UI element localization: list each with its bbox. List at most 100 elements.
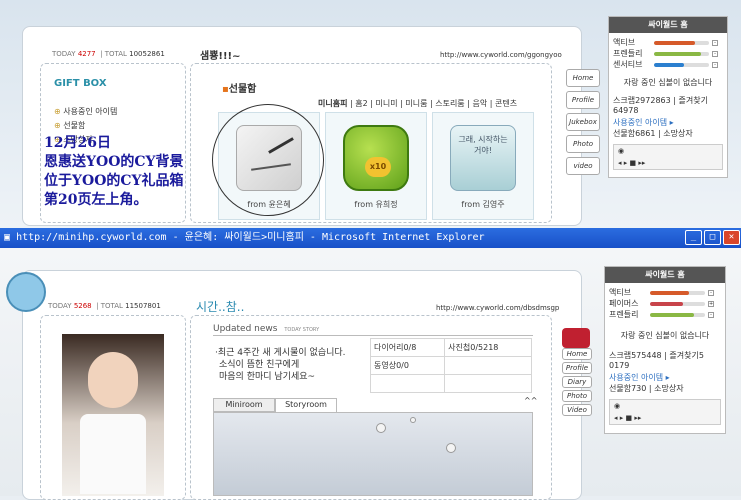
top-page-title: 샘뿅!!!~ (200, 51, 241, 62)
stat-label: 액티브 (613, 38, 636, 47)
no-symbol-text: 자랑 중인 심볼이 없습니다 (623, 78, 713, 87)
news-line: ·최근 4주간 새 게시물이 없습니다. (215, 348, 346, 358)
scrap-row: 스크랩575448 | 즐겨찾기5 (609, 351, 704, 360)
widget-stat-row: 센서티브 - (613, 59, 723, 70)
stat-label: 프렌들리 (609, 310, 639, 319)
gift-menu-using[interactable]: ⊕ 사용중인 아이템 (54, 106, 117, 120)
using-item-link[interactable]: 사용중인 아이템 ▸ (609, 372, 721, 383)
gift-item[interactable]: x10 from 유희정 (325, 112, 427, 220)
photo-count-cell[interactable]: 사진첩0/5218 (444, 338, 532, 357)
tab-storyroom[interactable]: Storyroom (275, 398, 337, 412)
nav-storyroom[interactable]: 스토리룸 (435, 99, 464, 108)
gift-from-label: from 유희정 (354, 200, 398, 209)
updated-news-title: Updated news (213, 324, 278, 334)
nav-minihompy[interactable]: 미니홈피 (318, 99, 347, 108)
table-cell (444, 374, 532, 393)
scrap-count[interactable]: 스크랩575448 (609, 351, 662, 360)
top-url[interactable]: http://www.cyworld.com/ggongyoo (440, 51, 562, 59)
tab-video[interactable]: Video (562, 404, 592, 416)
today-count: 4277 (77, 50, 96, 58)
gift-menu-giftbox[interactable]: ⊕ 선물함 (54, 120, 117, 134)
gift-wish-row: 선물함6861 | 소망상자 (613, 129, 693, 138)
today-story-label: TODAY STORY (284, 327, 320, 333)
bottom-minihompy-screenshot: TODAY 5268 | TOTAL 11507801 시간..참.. http… (0, 248, 741, 500)
tab-photo[interactable]: Photo (566, 135, 600, 153)
bottom-cyworld-widget: 싸이월드 홈 액티브 - 페이머스 + 프렌들리 - 자랑 중인 심볼이 없습니다 스… (604, 266, 726, 434)
favorite-label[interactable]: 즐겨찾기 (679, 96, 708, 105)
room-tabs: Miniroom Storyroom (213, 398, 337, 412)
nav-contents[interactable]: 콘텐츠 (495, 99, 517, 108)
tab-diary[interactable]: Diary (562, 376, 592, 388)
profile-photo (62, 334, 164, 496)
coin-badge: x10 (365, 157, 391, 177)
ribbon-bow-icon (562, 328, 590, 348)
top-side-tabs: Home Profile Jukebox Photo video (566, 69, 600, 175)
no-symbol-text: 자랑 중인 심볼이 없습니다 (620, 331, 710, 340)
widget-stat-row: 페이머스 + (609, 299, 714, 308)
total-label: TOTAL (100, 302, 123, 310)
nav-miniroom[interactable]: 미니룸 (405, 99, 427, 108)
favorite-label[interactable]: 즐겨찾기5 (669, 351, 704, 360)
total-count: 10052861 (129, 50, 165, 58)
highlight-circle (212, 104, 324, 216)
news-message: ·최근 4주간 새 게시물이 없습니다. 소식이 뜸한 친구에게 마음의 한마디… (215, 347, 346, 383)
diary-count-cell[interactable]: 다이어리0/8 (369, 338, 446, 357)
widget-stat-row: 액티브 - (609, 287, 721, 298)
tab-home[interactable]: Home (566, 69, 600, 87)
using-item-link[interactable]: 사용중인 아이템 ▸ (613, 117, 723, 128)
top-minihompy-screenshot: TODAY 4277 | TOTAL 10052861 샘뿅!!!~ http:… (0, 0, 741, 228)
tab-video[interactable]: video (566, 157, 600, 175)
scrap-row: 스크랩2972863 | 즐겨찾기 (613, 96, 708, 105)
music-player[interactable]: ◉ ◂ ▸ ■ ▸▸ (609, 399, 721, 425)
minimize-button[interactable]: _ (685, 230, 702, 245)
bottom-side-tabs: Home Profile Diary Photo Video (562, 348, 592, 416)
cartoon-cat-avatar-icon (6, 272, 46, 312)
gift-box-title: GIFT BOX (54, 78, 107, 89)
tab-miniroom[interactable]: Miniroom (213, 398, 275, 412)
tab-photo[interactable]: Photo (562, 390, 592, 402)
tab-profile[interactable]: Profile (566, 91, 600, 109)
collapse-icon[interactable]: ^^ (524, 396, 537, 405)
top-nav-links: 미니홈피 | 홈2 | 미니미 | 미니룸 | 스토리룸 | 음악 | 콘텐츠 (318, 99, 518, 108)
total-count: 11507801 (125, 302, 161, 310)
bottom-visit-counter: TODAY 5268 | TOTAL 11507801 (48, 302, 161, 310)
bottom-url[interactable]: http://www.cyworld.com/dbsdmsgp (436, 304, 559, 312)
wish-box-link[interactable]: 소망상자 (654, 384, 683, 393)
chinese-overlay-text: 12月26日 恩惠送YOO的CY背景 位于YOO的CY礼品箱 第20页左上角。 (44, 134, 194, 210)
ie-icon: ▣ (4, 232, 11, 243)
close-button[interactable]: ✕ (723, 230, 740, 245)
overlay-line: 位于YOO的CY礼品箱 (44, 173, 184, 189)
nav-home2[interactable]: 홈2 (355, 99, 367, 108)
maximize-button[interactable]: □ (704, 230, 721, 245)
today-label: TODAY (48, 302, 72, 310)
board-count-table: 다이어리0/8 사진첩0/5218 동영상0/0 (369, 338, 532, 393)
music-player[interactable]: ◉ ◂ ▸ ■ ▸▸ (613, 144, 723, 170)
news-line: 마음의 한마디 남기세요~ (219, 372, 316, 382)
nav-minimi[interactable]: 미니미 (375, 99, 397, 108)
scrap-count[interactable]: 스크랩2972863 (613, 96, 671, 105)
favorite-count: 64978 (613, 106, 639, 115)
window-title: http://minihp.cyworld.com - 윤은혜: 싸이월드>미니… (16, 232, 485, 243)
today-label: TODAY (52, 50, 76, 58)
total-label: TOTAL (104, 50, 127, 58)
gift-item[interactable]: 그래, 시작하는거야! from 김영주 (432, 112, 534, 220)
nav-music[interactable]: 음악 (472, 99, 487, 108)
gift-section-title-text: 선물함 (228, 84, 257, 95)
video-count-cell[interactable]: 동영상0/0 (369, 356, 446, 375)
gift-wish-row: 선물함730 | 소망상자 (609, 384, 684, 393)
gift-from-label: from 김영주 (461, 200, 505, 209)
gift-count[interactable]: 선물함730 (609, 384, 646, 393)
top-cyworld-widget: 싸이월드 홈 액티브 - 프렌들리 - 센서티브 - 자랑 중인 심볼이 없습니다 스… (608, 16, 728, 178)
news-line: 소식이 뜸한 친구에게 (219, 360, 300, 370)
tab-profile[interactable]: Profile (562, 362, 592, 374)
wish-box-link[interactable]: 소망상자 (663, 129, 692, 138)
gift-count[interactable]: 선물함6861 (613, 129, 655, 138)
coin-purse-icon: x10 (343, 125, 409, 191)
tab-home[interactable]: Home (562, 348, 592, 360)
overlay-line: 恩惠送YOO的CY背景 (44, 154, 184, 170)
message-card-image: 그래, 시작하는거야! (450, 125, 516, 191)
tab-jukebox[interactable]: Jukebox (566, 113, 600, 131)
storyroom-canvas[interactable] (213, 412, 533, 496)
today-count: 5268 (73, 302, 92, 310)
stat-label: 페이머스 (609, 299, 639, 308)
